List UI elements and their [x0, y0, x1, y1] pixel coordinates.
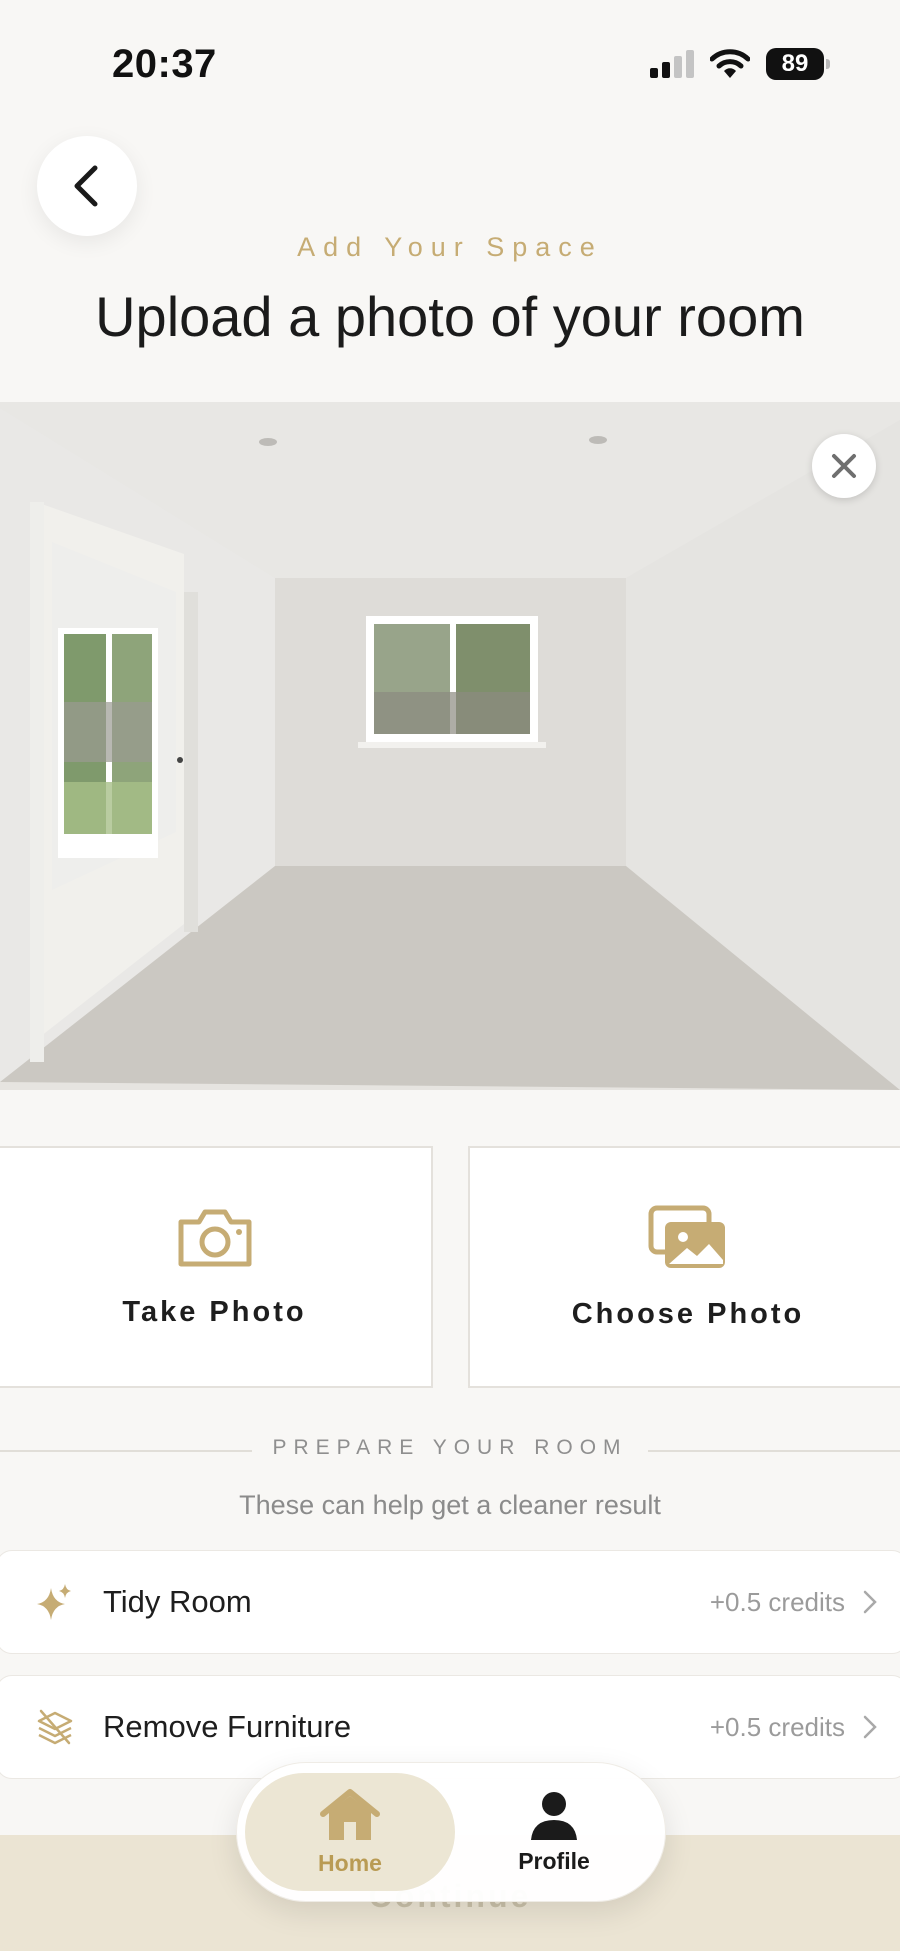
prepare-section-subtitle: These can help get a cleaner result — [239, 1490, 661, 1520]
status-time: 20:37 — [112, 42, 217, 86]
tidy-room-credits: +0.5 credits — [709, 1586, 845, 1617]
choose-photo-button[interactable]: Choose Photo — [468, 1146, 900, 1388]
choose-photo-label: Choose Photo — [571, 1297, 805, 1330]
remove-furniture-credits: +0.5 credits — [709, 1711, 845, 1742]
remove-photo-button[interactable] — [812, 434, 876, 498]
camera-icon — [178, 1209, 251, 1266]
prepare-title-text: PREPARE YOUR ROOM — [252, 1436, 648, 1459]
chevron-right-icon — [863, 1590, 877, 1614]
status-indicators: 89 — [650, 48, 830, 80]
page-title: Upload a photo of your room — [95, 285, 805, 348]
prepare-section-title: PREPARE YOUR ROOM — [0, 1436, 900, 1460]
cellular-signal-icon — [650, 50, 694, 78]
remove-furniture-label: Remove Furniture — [103, 1709, 352, 1744]
chevron-left-icon — [74, 165, 98, 207]
tab-profile-label: Profile — [518, 1847, 590, 1874]
back-button[interactable] — [37, 136, 137, 236]
wifi-icon — [710, 49, 750, 78]
tab-bar: Home Profile — [236, 1762, 666, 1902]
battery-indicator: 89 — [766, 48, 830, 80]
tab-home[interactable]: Home — [245, 1773, 455, 1891]
layers-icon — [35, 1707, 75, 1747]
take-photo-label: Take Photo — [122, 1295, 307, 1328]
battery-level: 89 — [781, 50, 809, 77]
sparkles-icon — [35, 1582, 75, 1622]
room-photo — [0, 402, 900, 1090]
take-photo-button[interactable]: Take Photo — [0, 1146, 433, 1388]
section-eyebrow: Add Your Space — [297, 232, 603, 262]
chevron-right-icon — [863, 1715, 877, 1739]
tidy-room-label: Tidy Room — [103, 1584, 252, 1619]
home-icon — [320, 1788, 380, 1840]
close-icon — [832, 454, 856, 478]
tab-home-label: Home — [318, 1849, 382, 1876]
tidy-room-option[interactable]: Tidy Room +0.5 credits — [0, 1550, 900, 1654]
photo-gallery-icon — [648, 1205, 725, 1268]
person-icon — [531, 1791, 577, 1840]
tab-profile[interactable]: Profile — [449, 1773, 659, 1891]
